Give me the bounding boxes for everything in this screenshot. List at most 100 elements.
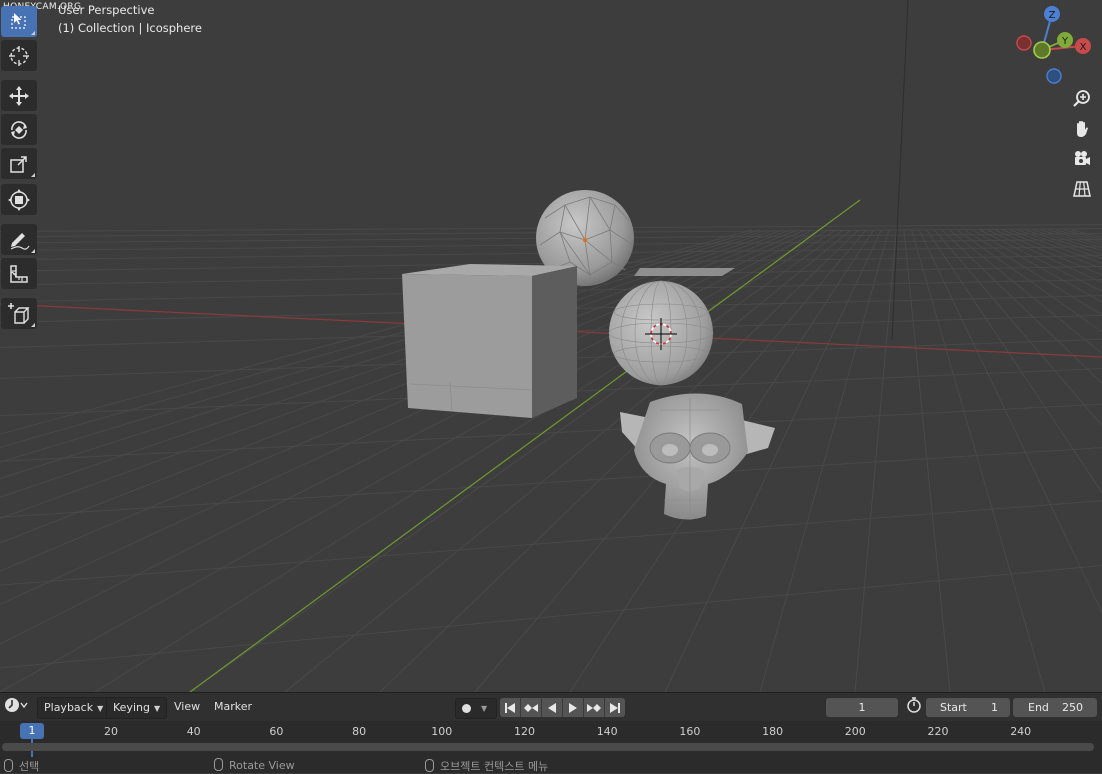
status-rotate-view: Rotate View [214,758,295,772]
playback-menu[interactable]: Playback ▼ [37,697,111,719]
gizmo-neg-z[interactable] [1046,68,1062,84]
timeline-ruler[interactable]: 20 40 60 80 100 120 140 160 180 200 220 240 1 [0,721,1102,757]
chevron-down-icon: ▼ [97,704,104,713]
prev-keyframe-button[interactable] [521,698,542,717]
play-reverse-button[interactable] [542,698,563,717]
end-frame-field[interactable]: End 250 [1013,698,1097,717]
mouse-middle-icon [214,758,223,771]
pan-button[interactable] [1069,116,1095,142]
viewport-collection-label: (1) Collection | Icosphere [58,21,202,35]
stopwatch-icon [907,697,921,713]
frame-tick-label: 240 [1010,725,1032,738]
frame-tick-label: 180 [762,725,784,738]
camera-view-button[interactable] [1069,146,1095,172]
frame-tick-label: 80 [352,725,367,738]
keying-menu[interactable]: Keying ▼ [106,697,168,719]
plane-object[interactable] [634,268,735,276]
suzanne-monkey-object[interactable] [620,393,775,520]
play-button[interactable] [563,698,584,717]
play-icon [569,702,577,713]
chevron-down-icon: ▼ [153,704,161,713]
jump-start-icon [505,702,515,713]
cursor-icon [9,45,29,66]
add-cube-icon [8,302,30,324]
frame-tick-label: 220 [927,725,949,738]
start-frame-label: Start [940,701,967,714]
jump-start-button[interactable] [500,698,521,717]
scene-canvas[interactable] [0,0,1102,692]
record-dot-icon [462,704,471,713]
view-menu[interactable]: View [168,697,206,717]
jump-end-icon [610,702,620,713]
add-cube-tool[interactable] [1,298,37,329]
transform-tool[interactable] [1,184,37,215]
playback-menu-label: Playback [44,701,94,714]
timeline-header: Playback ▼ Keying ▼ View Marker ▼ 1 Star… [0,692,1102,722]
frame-tick-label: 60 [269,725,284,738]
prev-keyframe-icon [524,703,538,712]
transform-icon [8,188,30,211]
3d-viewport[interactable]: HONEYCAM.ORG User Perspective (1) Collec… [0,0,1102,692]
next-keyframe-icon [587,703,601,712]
gizmo-z-label: Z [1049,10,1056,21]
playback-controls [500,698,625,717]
end-frame-value: 250 [1062,701,1083,714]
scale-tool[interactable] [1,148,37,179]
mouse-left-icon [4,759,13,772]
frame-tick-label: 140 [596,725,618,738]
start-frame-value: 1 [991,701,998,714]
gizmo-neg-x[interactable] [1016,35,1032,51]
frame-tick-label: 20 [104,725,118,738]
select-box-tool[interactable] [1,6,37,37]
chevron-down-icon: ▼ [481,704,488,713]
status-bar: 선택 Rotate View 오브젝트 컨텍스트 메뉴 [0,757,1102,773]
navigation-gizmo[interactable]: Y Z X [1010,2,1100,88]
status-select: 선택 [4,758,39,774]
editor-type-button[interactable] [0,697,34,717]
play-reverse-icon [548,702,556,713]
current-frame-indicator[interactable]: 1 [20,723,44,739]
keying-menu-label: Keying [113,701,150,714]
status-select-label: 선택 [19,760,40,773]
zoom-icon [1073,90,1090,107]
frame-tick-label: 200 [844,725,866,738]
viewport-perspective-label: User Perspective [58,3,155,17]
gizmo-y-label: Y [1061,36,1069,47]
frame-tick-label: 100 [431,725,453,738]
timeline-scrollbar[interactable] [2,743,1094,751]
frame-tick-label: 160 [679,725,701,738]
select-box-icon [11,12,26,29]
status-context-menu: 오브젝트 컨텍스트 메뉴 [425,758,548,774]
hand-pan-icon [1077,121,1088,137]
clock-editor-icon [5,698,28,712]
move-tool[interactable] [1,80,37,111]
marker-menu[interactable]: Marker [208,697,258,717]
jump-end-button[interactable] [605,698,625,717]
rotate-icon [11,120,27,139]
frame-tick-label: 40 [186,725,201,738]
cursor-tool[interactable] [1,40,37,71]
gizmo-x-label: X [1080,42,1087,53]
record-button[interactable]: ▼ [455,698,497,719]
z-axis-line [891,0,909,341]
use-preview-range-button[interactable] [902,697,926,717]
camera-icon [1075,151,1090,165]
status-rotate-label: Rotate View [229,759,295,772]
current-frame-field[interactable]: 1 [826,698,898,717]
rotate-tool[interactable] [1,114,37,145]
zoom-button[interactable] [1069,86,1095,112]
scale-icon [10,155,27,173]
gizmo-neg-y[interactable] [1033,41,1051,59]
end-frame-label: End [1028,701,1049,714]
start-frame-field[interactable]: Start 1 [926,698,1010,717]
next-keyframe-button[interactable] [584,698,605,717]
frame-tick-label: 120 [514,725,535,738]
status-context-label: 오브젝트 컨텍스트 메뉴 [440,760,549,773]
measure-tool[interactable] [1,258,37,289]
mouse-right-icon [425,759,434,772]
cube-object[interactable] [402,264,577,418]
move-arrows-icon [9,85,29,106]
annotate-pencil-icon [10,232,30,250]
annotate-tool[interactable] [1,224,37,255]
ortho-toggle-button[interactable] [1069,176,1095,202]
